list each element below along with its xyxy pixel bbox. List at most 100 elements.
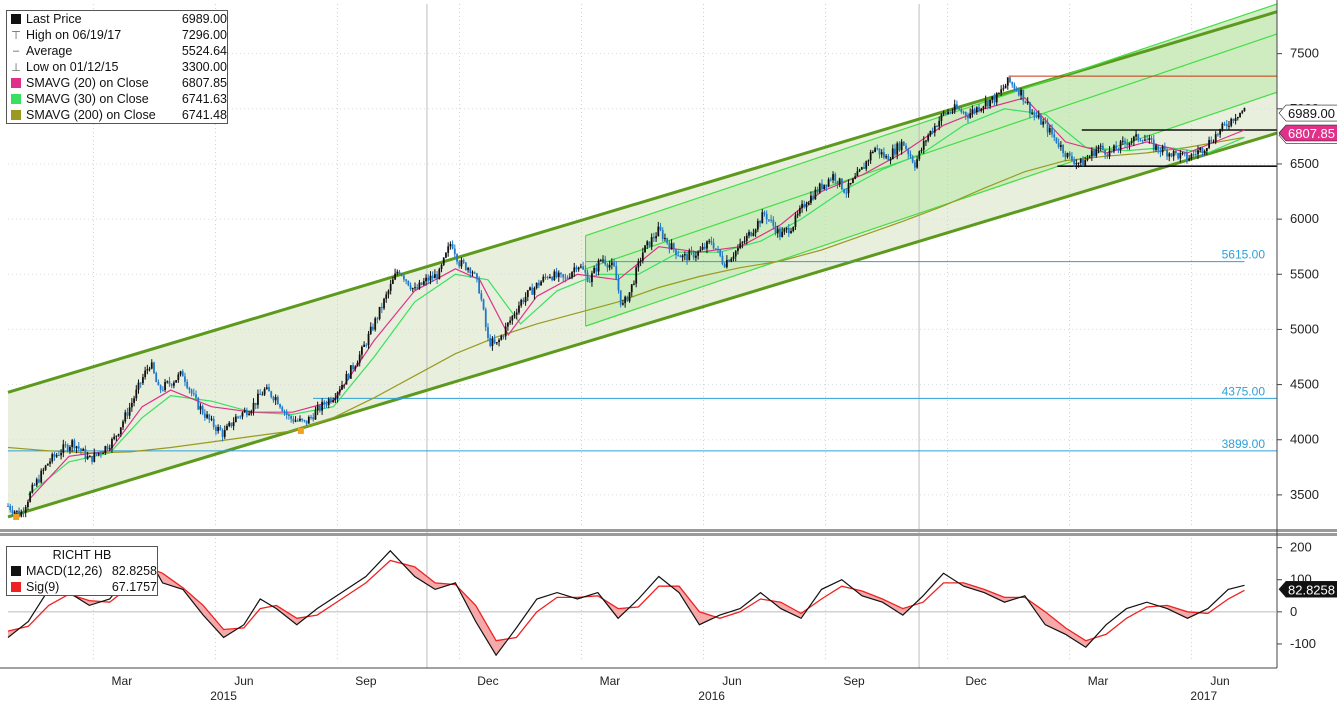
price-candle-body	[409, 285, 412, 290]
price-candle-body	[301, 418, 304, 421]
price-candle-body	[646, 241, 649, 246]
price-candle-body	[927, 135, 930, 141]
price-tick-label: 6000	[1290, 211, 1319, 226]
price-candle-body	[396, 271, 399, 274]
price-candle-body	[834, 174, 837, 182]
price-candle-body	[916, 159, 918, 168]
price-candle-body	[867, 160, 870, 162]
price-candle-body	[1186, 153, 1188, 161]
price-candle-body	[1130, 141, 1133, 143]
price-candle-body	[294, 420, 297, 422]
price-candle-body	[456, 254, 458, 262]
price-candle-body	[652, 237, 655, 239]
month-label: Jun	[234, 674, 253, 688]
price-candle-body	[115, 435, 118, 437]
price-candle-body	[615, 265, 618, 280]
legend-label-sma200: SMAVG (200) on Close	[26, 108, 156, 122]
price-candle-body	[217, 426, 220, 432]
price-candle-body	[599, 260, 602, 262]
price-candle-body	[400, 273, 403, 276]
price-candle-body	[860, 167, 863, 170]
price-candle-body	[292, 418, 295, 422]
price-candle-body	[358, 354, 361, 363]
price-candle-body	[984, 100, 987, 107]
price-candle-body	[821, 183, 823, 189]
price-candle-body	[982, 106, 985, 109]
price-candle-body	[321, 401, 323, 411]
price-candle-body	[1225, 124, 1228, 127]
price-candle-body	[64, 444, 67, 446]
price-candle-body	[22, 511, 25, 513]
price-candle-body	[476, 273, 478, 279]
price-candle-body	[748, 232, 750, 236]
price-candle-body	[148, 368, 151, 370]
price-candle-body	[504, 326, 507, 337]
price-candle-body	[825, 184, 828, 187]
legend-label-macd: MACD(12,26)	[26, 564, 103, 578]
price-candle-body	[190, 389, 193, 394]
price-candle-body	[964, 112, 967, 116]
price-candle-body	[305, 420, 308, 424]
price-candle-body	[1082, 159, 1084, 167]
price-candle-body	[53, 454, 56, 457]
price-candle-body	[15, 510, 18, 512]
panel-separator-top	[0, 529, 1337, 532]
price-candle-body	[1040, 115, 1042, 125]
price-candle-body	[617, 279, 620, 291]
price-candle-body	[206, 414, 208, 418]
price-candle-body	[1212, 142, 1215, 144]
price-candle-body	[296, 420, 299, 422]
price-candle-body	[327, 398, 330, 406]
price-candle-body	[677, 255, 680, 257]
price-candle-body	[725, 259, 728, 268]
price-candle-body	[752, 233, 755, 236]
price-candle-body	[836, 181, 839, 185]
hline-label-3899: 3899.00	[1222, 437, 1266, 451]
price-candle-body	[639, 260, 642, 262]
price-candle-body	[931, 130, 934, 133]
legend-row-sma20: SMAVG (20) on Close 6807.85	[7, 75, 227, 91]
price-candle-body	[1126, 143, 1129, 146]
price-legend: Last Price 6989.00 ⊤ High on 06/19/17 7296.0…	[6, 10, 228, 124]
last-price-badge: 6989.00	[1278, 104, 1337, 122]
price-candle-body	[299, 418, 301, 421]
price-candle-body	[840, 178, 843, 190]
price-candle-body	[1192, 154, 1195, 156]
price-candle-body	[166, 381, 169, 383]
price-candle-body	[745, 235, 748, 241]
price-candle-body	[515, 312, 518, 315]
price-candle-body	[1053, 134, 1056, 138]
price-candle-body	[606, 264, 609, 268]
price-candle-body	[272, 397, 275, 401]
price-candle-body	[535, 282, 538, 288]
price-candle-body	[1077, 162, 1080, 164]
price-candle-body	[686, 254, 688, 261]
price-candle-body	[261, 394, 264, 396]
price-candle-body	[675, 249, 677, 256]
price-tick-label: 3500	[1290, 487, 1319, 502]
price-candle-body	[1152, 139, 1155, 151]
price-candle-body	[186, 381, 189, 388]
price-candle-body	[365, 344, 368, 346]
price-candle-body	[290, 416, 293, 419]
price-candle-body	[338, 389, 341, 393]
price-candle-body	[1190, 154, 1193, 159]
price-candle-body	[628, 292, 631, 302]
price-candle-body	[1108, 150, 1111, 157]
legend-value-high: 7296.00	[181, 28, 227, 42]
legend-swatch-sma200	[11, 110, 21, 120]
price-candle-body	[894, 148, 896, 155]
price-candle-body	[467, 268, 469, 270]
price-candle-body	[137, 382, 140, 390]
legend-value-sig: 67.1757	[111, 580, 157, 594]
price-candle-body	[1101, 145, 1104, 150]
price-candle-body	[575, 267, 578, 270]
price-candle-body	[761, 212, 764, 224]
legend-swatch-sma30	[11, 94, 21, 104]
price-candle-body	[257, 393, 259, 405]
price-candle-body	[533, 287, 536, 295]
price-candle-body	[86, 456, 89, 459]
price-candle-body	[644, 245, 646, 253]
price-candle-body	[75, 446, 78, 449]
price-candle-body	[1132, 136, 1135, 142]
